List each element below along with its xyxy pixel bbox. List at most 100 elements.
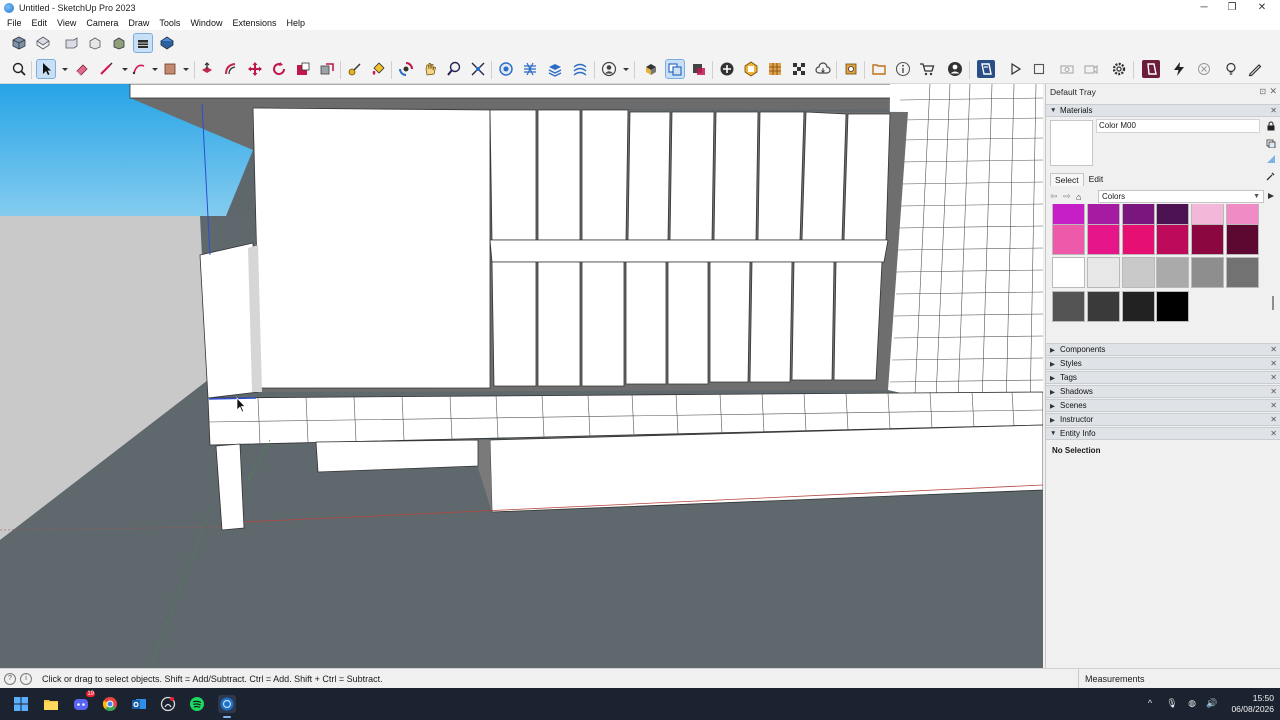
- color-swatch[interactable]: [1226, 224, 1259, 255]
- color-swatch[interactable]: [1121, 257, 1155, 288]
- front-view-icon[interactable]: [62, 34, 80, 52]
- extension-warehouse-icon[interactable]: [766, 60, 784, 78]
- select-dropdown-icon[interactable]: [56, 60, 74, 78]
- zoom-icon[interactable]: [445, 60, 463, 78]
- create-material-icon[interactable]: [1266, 138, 1276, 148]
- offset-icon[interactable]: [222, 60, 240, 78]
- color-swatch[interactable]: [1156, 224, 1190, 255]
- lock-icon[interactable]: [1266, 121, 1276, 131]
- panel-shadows[interactable]: ▶ Shadows ✕: [1046, 385, 1280, 398]
- panel-components[interactable]: ▶ Components ✕: [1046, 343, 1280, 356]
- camera-icon[interactable]: [1058, 60, 1076, 78]
- sketchup-icon[interactable]: [218, 695, 236, 718]
- materials-panel-header[interactable]: ▼ Materials ✕: [1046, 104, 1280, 117]
- account-dropdown-icon[interactable]: [617, 60, 635, 78]
- sample-paint-icon[interactable]: [1266, 154, 1276, 164]
- color-swatch[interactable]: [1156, 257, 1190, 288]
- shape-dropdown-icon[interactable]: [177, 60, 195, 78]
- measurements-box[interactable]: Measurements: [1078, 668, 1280, 689]
- color-swatch[interactable]: [1191, 204, 1225, 225]
- select-icon[interactable]: [36, 59, 56, 79]
- file-explorer-icon[interactable]: [42, 695, 60, 713]
- stop-icon[interactable]: [1030, 60, 1048, 78]
- panel-close-icon[interactable]: ✕: [1270, 429, 1277, 438]
- tab-select[interactable]: Select: [1050, 173, 1084, 186]
- top-view-icon[interactable]: [34, 34, 52, 52]
- menu-file[interactable]: File: [2, 18, 27, 28]
- menu-window[interactable]: Window: [185, 18, 227, 28]
- settings-icon[interactable]: [842, 60, 860, 78]
- brand-icon[interactable]: [1142, 60, 1160, 78]
- color-swatch[interactable]: [1191, 224, 1225, 255]
- lightning-icon[interactable]: [1170, 60, 1188, 78]
- back-view-icon[interactable]: [110, 34, 128, 52]
- left-view-icon[interactable]: [133, 33, 153, 53]
- push-pull-icon[interactable]: [198, 60, 216, 78]
- discord-icon[interactable]: 19: [72, 691, 95, 713]
- back-arrow-icon[interactable]: ⇦: [1050, 191, 1063, 202]
- bulb-icon[interactable]: [1222, 60, 1240, 78]
- profile-icon[interactable]: [946, 60, 964, 78]
- color-swatch[interactable]: [1121, 224, 1155, 255]
- cart-icon[interactable]: [918, 60, 936, 78]
- color-swatch[interactable]: [1052, 204, 1085, 225]
- pin-icon[interactable]: ⊡: [1259, 87, 1266, 96]
- maximize-button[interactable]: ❐: [1218, 0, 1246, 15]
- menu-help[interactable]: Help: [281, 18, 310, 28]
- color-swatch[interactable]: [1086, 204, 1120, 225]
- color-swatch[interactable]: [1052, 257, 1085, 288]
- panel-close-icon[interactable]: ✕: [1270, 387, 1277, 396]
- minimize-button[interactable]: ─: [1190, 0, 1218, 15]
- section-plane-icon[interactable]: [497, 60, 515, 78]
- layers-icon[interactable]: [546, 60, 564, 78]
- menu-tools[interactable]: Tools: [154, 18, 185, 28]
- outliner-icon[interactable]: [790, 60, 808, 78]
- paint-bucket-icon[interactable]: [369, 60, 387, 78]
- account-icon[interactable]: [600, 60, 618, 78]
- groups-icon[interactable]: [665, 59, 685, 79]
- drawing-viewport[interactable]: [0, 84, 1043, 668]
- orbit-icon[interactable]: [397, 60, 415, 78]
- zoom-window-icon[interactable]: [469, 60, 487, 78]
- outlook-icon[interactable]: [130, 695, 148, 713]
- color-swatch[interactable]: [1121, 204, 1155, 225]
- color-swatch[interactable]: [1086, 291, 1120, 322]
- color-swatch[interactable]: [1086, 257, 1120, 288]
- warehouse-icon[interactable]: [571, 60, 589, 78]
- right-view-icon[interactable]: [86, 34, 104, 52]
- details-arrow-icon[interactable]: [1266, 191, 1276, 201]
- play-icon[interactable]: [1006, 60, 1024, 78]
- color-swatch[interactable]: [1226, 204, 1259, 225]
- move-icon[interactable]: [246, 60, 264, 78]
- components-icon[interactable]: [642, 60, 660, 78]
- menu-extensions[interactable]: Extensions: [227, 18, 281, 28]
- follow-me-icon[interactable]: [318, 60, 336, 78]
- panel-close-icon[interactable]: ✕: [1270, 359, 1277, 368]
- color-swatch[interactable]: [1226, 257, 1259, 288]
- materials-close-icon[interactable]: ✕: [1270, 106, 1277, 115]
- panel-tags[interactable]: ▶ Tags ✕: [1046, 371, 1280, 384]
- line-icon[interactable]: [97, 60, 115, 78]
- color-swatch[interactable]: [1052, 291, 1085, 322]
- spotify-icon[interactable]: [188, 695, 206, 713]
- panel-scenes[interactable]: ▶ Scenes ✕: [1046, 399, 1280, 412]
- pencil-icon[interactable]: [1246, 60, 1264, 78]
- color-swatch[interactable]: [1156, 291, 1190, 322]
- video-icon[interactable]: [1082, 60, 1100, 78]
- bottom-view-icon[interactable]: [158, 34, 176, 52]
- eyedropper-icon[interactable]: [1266, 171, 1276, 181]
- solid-tools-icon[interactable]: [690, 60, 708, 78]
- panel-close-icon[interactable]: ✕: [1270, 345, 1277, 354]
- zoom-extents-icon[interactable]: [10, 60, 28, 78]
- menu-edit[interactable]: Edit: [27, 18, 53, 28]
- scale-icon[interactable]: [294, 60, 312, 78]
- color-swatch[interactable]: [1121, 291, 1155, 322]
- info-icon[interactable]: i: [20, 672, 32, 685]
- panel-styles[interactable]: ▶ Styles ✕: [1046, 357, 1280, 370]
- color-swatch[interactable]: [1086, 224, 1120, 255]
- instructor-icon[interactable]: [894, 60, 912, 78]
- github-icon[interactable]: [159, 695, 177, 713]
- forward-arrow-icon[interactable]: ⇨: [1063, 191, 1076, 202]
- folder-icon[interactable]: [870, 60, 888, 78]
- color-swatch[interactable]: [1191, 257, 1225, 288]
